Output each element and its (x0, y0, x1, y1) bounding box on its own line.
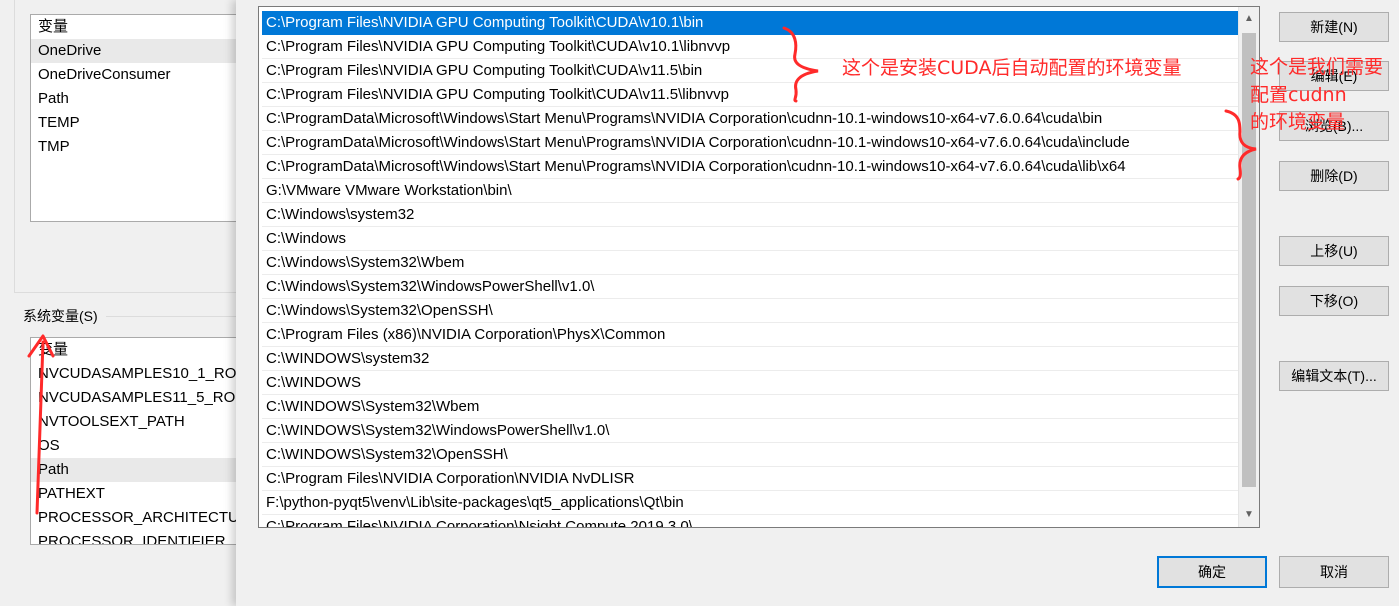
path-entry[interactable]: C:\Windows\system32 (262, 203, 1238, 227)
path-entries-list[interactable]: C:\Program Files\NVIDIA GPU Computing To… (258, 6, 1260, 528)
path-entry[interactable]: F:\python-pyqt5\venv\Lib\site-packages\q… (262, 491, 1238, 515)
path-entry[interactable]: C:\ProgramData\Microsoft\Windows\Start M… (262, 107, 1238, 131)
path-entry[interactable]: C:\WINDOWS\System32\WindowsPowerShell\v1… (262, 419, 1238, 443)
path-entry[interactable]: C:\WINDOWS\system32 (262, 347, 1238, 371)
path-entry[interactable]: C:\ProgramData\Microsoft\Windows\Start M… (262, 155, 1238, 179)
list-item[interactable]: OS (31, 434, 251, 458)
group-border (106, 316, 236, 317)
move-up-button[interactable]: 上移(U) (1279, 236, 1389, 266)
list-header[interactable]: 变量 (31, 338, 251, 362)
list-item[interactable]: PROCESSOR_IDENTIFIER (31, 530, 251, 544)
delete-button[interactable]: 删除(D) (1279, 161, 1389, 191)
environment-variables-dialog: 变量 OneDrive OneDriveConsumer Path TEMP T… (0, 0, 252, 606)
list-item[interactable]: NVCUDASAMPLES11_5_RO (31, 386, 251, 410)
path-entry[interactable]: C:\Program Files\NVIDIA GPU Computing To… (262, 83, 1238, 107)
cudnn-annotation: 的环境变量 (1250, 111, 1346, 133)
path-entry[interactable]: C:\Program Files\NVIDIA Corporation\Nsig… (262, 515, 1238, 527)
path-entry[interactable]: C:\Windows (262, 227, 1238, 251)
list-item[interactable]: PROCESSOR_ARCHITECTUR (31, 506, 251, 530)
edit-environment-variable-dialog: C:\Program Files\NVIDIA GPU Computing To… (236, 0, 1399, 606)
list-item[interactable]: OneDriveConsumer (31, 63, 251, 87)
list-item[interactable]: Path (31, 458, 251, 482)
path-entry[interactable]: C:\Windows\System32\OpenSSH\ (262, 299, 1238, 323)
edit-text-button[interactable]: 编辑文本(T)... (1279, 361, 1389, 391)
path-entry[interactable]: C:\WINDOWS\System32\OpenSSH\ (262, 443, 1238, 467)
path-entry[interactable]: C:\ProgramData\Microsoft\Windows\Start M… (262, 131, 1238, 155)
path-entry[interactable]: C:\Windows\System32\WindowsPowerShell\v1… (262, 275, 1238, 299)
cudnn-annotation: 配置cudnn (1250, 84, 1347, 106)
scroll-down-icon[interactable]: ▼ (1239, 505, 1259, 525)
group-border (14, 292, 236, 293)
move-down-button[interactable]: 下移(O) (1279, 286, 1389, 316)
cuda-annotation: 这个是安装CUDA后自动配置的环境变量 (842, 57, 1182, 79)
path-entry[interactable]: C:\Program Files\NVIDIA Corporation\NVID… (262, 467, 1238, 491)
path-entry[interactable]: G:\VMware VMware Workstation\bin\ (262, 179, 1238, 203)
new-button[interactable]: 新建(N) (1279, 12, 1389, 42)
list-item[interactable]: Path (31, 87, 251, 111)
list-item[interactable]: TMP (31, 135, 251, 159)
path-entry[interactable]: C:\Windows\System32\Wbem (262, 251, 1238, 275)
path-entry[interactable]: C:\Program Files (x86)\NVIDIA Corporatio… (262, 323, 1238, 347)
list-item[interactable]: PATHEXT (31, 482, 251, 506)
cudnn-annotation: 这个是我们需要 (1250, 56, 1384, 78)
scroll-up-icon[interactable]: ▲ (1239, 9, 1259, 29)
user-variables-list[interactable]: 变量 OneDrive OneDriveConsumer Path TEMP T… (30, 14, 252, 222)
list-item[interactable]: OneDrive (31, 39, 251, 63)
path-entry[interactable]: C:\WINDOWS (262, 371, 1238, 395)
list-item[interactable]: TEMP (31, 111, 251, 135)
path-entry[interactable]: C:\WINDOWS\System32\Wbem (262, 395, 1238, 419)
system-variables-list[interactable]: 变量 NVCUDASAMPLES10_1_RO NVCUDASAMPLES11_… (30, 337, 252, 545)
list-header[interactable]: 变量 (31, 15, 251, 39)
path-rows: C:\Program Files\NVIDIA GPU Computing To… (262, 11, 1238, 527)
ok-button[interactable]: 确定 (1157, 556, 1267, 588)
list-item[interactable]: NVCUDASAMPLES10_1_RO (31, 362, 251, 386)
group-border (14, 0, 15, 292)
cancel-button[interactable]: 取消 (1279, 556, 1389, 588)
list-item[interactable]: NVTOOLSEXT_PATH (31, 410, 251, 434)
system-variables-label: 系统变量(S) (23, 306, 102, 326)
path-entry[interactable]: C:\Program Files\NVIDIA GPU Computing To… (262, 11, 1238, 35)
